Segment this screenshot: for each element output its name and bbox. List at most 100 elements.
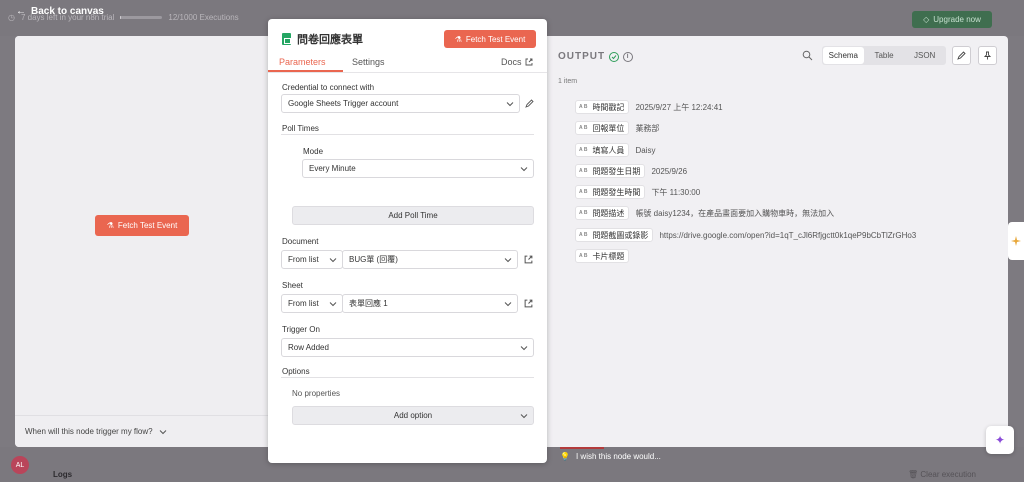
field-name-chip[interactable]: A B 問題發生時間 <box>575 185 646 199</box>
output-title: OUTPUT <box>558 51 606 62</box>
view-schema[interactable]: Schema <box>823 47 864 64</box>
string-type-icon: A B <box>579 168 588 174</box>
diamond-icon: ◇ <box>923 15 930 24</box>
node-title[interactable]: 問卷回應表單 <box>282 31 363 47</box>
sheet-mode-value: From list <box>288 299 319 308</box>
pin-data-button[interactable] <box>978 46 997 65</box>
field-value: Daisy <box>635 145 656 155</box>
field-name: 回報單位 <box>592 123 625 133</box>
gemini-icon <box>1011 236 1021 246</box>
pencil-icon[interactable] <box>525 99 534 108</box>
schema-field-row[interactable]: A B 問題發生時間 下午 11:30:00 <box>575 185 700 199</box>
credential-value: Google Sheets Trigger account <box>288 99 399 108</box>
field-name-chip[interactable]: A B 問題發生日期 <box>575 164 646 178</box>
node-tabs: Parameters Settings Docs <box>268 56 547 73</box>
ai-assistant-button[interactable]: ✦ <box>986 426 1014 454</box>
chevron-down-icon <box>504 302 512 307</box>
logs-label[interactable]: Logs <box>53 470 72 479</box>
flask-icon: ⚗ <box>106 221 114 230</box>
google-sheets-icon <box>282 33 291 45</box>
field-value: 2025/9/26 <box>651 166 688 176</box>
external-link-icon[interactable] <box>524 255 533 264</box>
active-tab-indicator <box>268 70 343 72</box>
fetch-label: Fetch Test Event <box>465 34 526 44</box>
gemini-side-tab[interactable] <box>1008 222 1024 260</box>
trigger-on-select[interactable]: Row Added <box>281 338 534 357</box>
poll-times-label: Poll Times <box>282 124 319 133</box>
view-table[interactable]: Table <box>864 47 905 64</box>
string-type-icon: A B <box>579 125 588 131</box>
sheet-select[interactable]: 表單回應 1 <box>342 294 518 313</box>
field-name: 問題發生日期 <box>592 166 641 176</box>
string-type-icon: A B <box>579 232 588 238</box>
node-parameters-panel: 問卷回應表單 ⚗ Fetch Test Event Parameters Set… <box>268 19 547 463</box>
string-type-icon: A B <box>579 210 588 216</box>
back-to-canvas-link[interactable]: ← Back to canvas <box>16 6 104 17</box>
wish-text: I wish this node would... <box>575 452 661 461</box>
external-link-icon[interactable] <box>524 299 533 308</box>
arrow-left-icon: ← <box>16 6 26 17</box>
field-name-chip[interactable]: A B 卡片標題 <box>575 249 630 263</box>
docs-label: Docs <box>501 57 522 67</box>
field-name-chip[interactable]: A B 時間戳記 <box>575 100 630 114</box>
upgrade-label: Upgrade now <box>933 15 981 24</box>
chevron-down-icon <box>520 414 528 419</box>
field-name: 問題發生時間 <box>592 187 641 197</box>
no-properties-text: No properties <box>292 389 341 398</box>
avatar[interactable]: AL <box>11 456 29 474</box>
field-name-chip[interactable]: A B 回報單位 <box>575 121 630 135</box>
field-name-chip[interactable]: A B 問題截圖或錄影 <box>575 228 654 242</box>
upgrade-button[interactable]: ◇ Upgrade now <box>912 11 992 28</box>
feedback-prompt[interactable]: 💡 I wish this node would... <box>560 452 661 461</box>
docs-link[interactable]: Docs <box>501 57 533 67</box>
pencil-icon <box>957 51 966 60</box>
document-select[interactable]: BUG單 (回覆) <box>342 250 518 269</box>
items-count: 1 item <box>558 78 578 85</box>
executions-bar <box>120 16 163 19</box>
output-view-toggle: Schema Table JSON <box>822 46 946 65</box>
sparkles-icon: ✦ <box>994 433 1006 447</box>
field-value: 2025/9/27 上午 12:24:41 <box>635 102 723 112</box>
tab-settings[interactable]: Settings <box>352 57 385 67</box>
field-value: 帳號 daisy1234，在產品畫面要加入購物車時，無法加入 <box>635 208 835 218</box>
schema-field-row[interactable]: A B 問題描述 帳號 daisy1234，在產品畫面要加入購物車時，無法加入 <box>575 206 834 220</box>
chevron-down-icon <box>504 258 512 263</box>
schema-field-row[interactable]: A B 問題發生日期 2025/9/26 <box>575 164 687 178</box>
mode-label: Mode <box>303 147 324 156</box>
options-label: Options <box>282 367 310 376</box>
schema-field-row[interactable]: A B 回報單位 業務部 <box>575 121 659 135</box>
search-icon[interactable] <box>802 50 813 61</box>
info-icon[interactable]: i <box>623 51 634 62</box>
node-header: 問卷回應表單 ⚗ Fetch Test Event <box>268 19 547 55</box>
schema-field-row[interactable]: A B 時間戳記 2025/9/27 上午 12:24:41 <box>575 100 723 114</box>
schema-field-row[interactable]: A B 填寫人員 Daisy <box>575 143 655 157</box>
field-name-chip[interactable]: A B 填寫人員 <box>575 143 630 157</box>
field-name-chip[interactable]: A B 問題描述 <box>575 206 630 220</box>
field-name: 填寫人員 <box>592 145 625 155</box>
fetch-test-event-button[interactable]: ⚗ Fetch Test Event <box>444 30 536 48</box>
document-mode-value: From list <box>288 255 319 264</box>
mode-value: Every Minute <box>309 164 356 173</box>
pin-icon <box>983 51 992 60</box>
add-poll-time-button[interactable]: Add Poll Time <box>292 206 534 225</box>
add-option-button[interactable]: Add option <box>292 406 534 425</box>
clear-execution-button[interactable]: 🗑 Clear execution <box>908 470 976 479</box>
edit-output-button[interactable] <box>952 46 971 65</box>
field-name: 卡片標題 <box>592 251 625 261</box>
trigger-help-toggle[interactable]: When will this node trigger my flow? <box>15 415 268 447</box>
string-type-icon: A B <box>579 104 588 110</box>
fetch-test-event-button-input[interactable]: ⚗ Fetch Test Event <box>95 215 189 236</box>
field-value: 業務部 <box>635 123 660 133</box>
chevron-down-icon <box>506 102 514 107</box>
credential-label: Credential to connect with <box>282 83 375 92</box>
schema-field-row[interactable]: A B 問題截圖或錄影 https://drive.google.com/open?… <box>575 228 916 242</box>
sheet-mode-select[interactable]: From list <box>281 294 343 313</box>
fetch-label: Fetch Test Event <box>117 221 178 230</box>
schema-field-row[interactable]: A B 卡片標題 <box>575 249 635 263</box>
view-json[interactable]: JSON <box>904 47 945 64</box>
credential-select[interactable]: Google Sheets Trigger account <box>281 94 520 113</box>
mode-select[interactable]: Every Minute <box>302 159 534 178</box>
document-mode-select[interactable]: From list <box>281 250 343 269</box>
tab-parameters[interactable]: Parameters <box>279 57 326 67</box>
trigger-on-value: Row Added <box>288 343 329 352</box>
